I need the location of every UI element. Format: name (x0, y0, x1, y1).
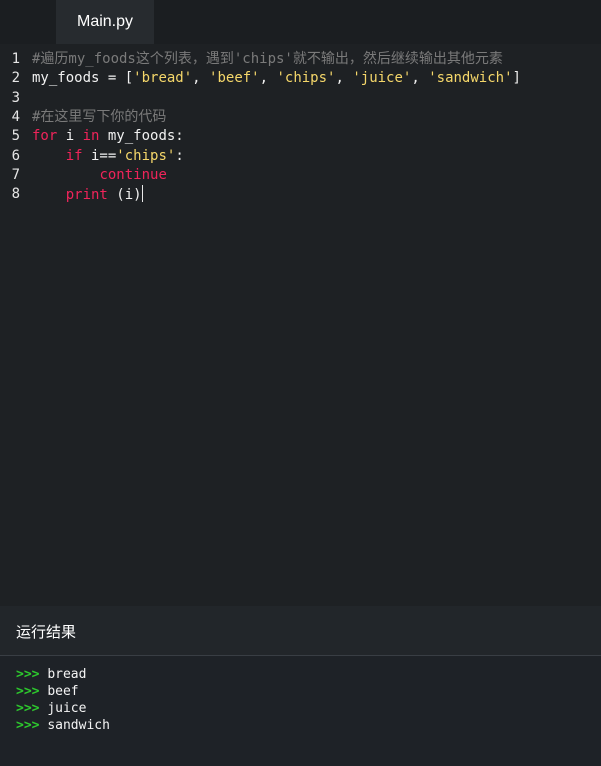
output-line: >>> bread (16, 666, 86, 683)
line-number: 6 (11, 147, 20, 164)
code-token-plain: : (175, 147, 184, 164)
code-text: continue (32, 166, 167, 185)
output-panel: 运行结果 >>> bread >>> beef >>> juice >>> sandw… (0, 606, 601, 766)
code-token-plain: , (411, 70, 429, 87)
code-token-plain: i (57, 128, 83, 145)
code-editor-app: Main.py 1 #遍历my_foods这个列表，遇到'chips'就不输出，然… (0, 0, 601, 766)
code-text: print (i) (32, 185, 143, 205)
code-token-kw: continue (99, 166, 167, 183)
output-prompt: >>> (16, 701, 40, 716)
code-text: #遍历my_foods这个列表，遇到'chips'就不输出，然后继续输出其他元素 (32, 50, 503, 69)
code-token-str: 'chips' (276, 70, 336, 87)
output-prompt: >>> (16, 684, 40, 699)
text-cursor (141, 185, 143, 203)
code-token-kw: if (65, 147, 83, 164)
output-title: 运行结果 (16, 624, 77, 641)
code-token-str: 'bread' (133, 70, 193, 87)
code-editor[interactable]: 1 #遍历my_foods这个列表，遇到'chips'就不输出，然后继续输出其他元… (0, 44, 601, 606)
line-number: 8 (11, 186, 20, 203)
code-token-comment: #遍历my_foods这个列表，遇到'chips'就不输出，然后继续输出其他元素 (32, 51, 503, 67)
code-token-plain: ] (512, 70, 521, 87)
code-token-str: 'chips' (116, 147, 176, 164)
code-text: for i in my_foods: (32, 127, 184, 146)
line-number: 5 (11, 128, 20, 145)
code-token-plain: my_foods = [ (32, 70, 134, 87)
tab-bar: Main.py (0, 0, 601, 44)
line-number: 2 (11, 70, 20, 87)
code-token-comment: #在这里写下你的代码 (32, 108, 167, 125)
code-token-plain: (i) (107, 187, 142, 204)
code-token-str: 'sandwich' (428, 70, 513, 87)
code-token-kw: print (65, 187, 108, 204)
output-text: juice (47, 701, 87, 716)
code-token-plain: i== (82, 147, 117, 164)
code-token-kw: for (32, 128, 58, 145)
tab-main-py[interactable]: Main.py (56, 0, 154, 44)
code-text: my_foods = ['bread', 'beef', 'chips', 'j… (32, 69, 521, 88)
output-line: >>> juice (16, 700, 86, 717)
output-line: >>> sandwich (16, 717, 110, 734)
output-text: beef (47, 684, 79, 699)
output-text: sandwich (47, 718, 110, 733)
code-text: if i=='chips': (32, 147, 184, 166)
output-prompt: >>> (16, 667, 40, 682)
code-token-plain: , (192, 70, 210, 87)
code-token-plain: , (259, 70, 277, 87)
code-token-kw: in (82, 128, 100, 145)
line-number: 1 (11, 51, 20, 67)
output-line: >>> beef (16, 683, 79, 700)
output-prompt: >>> (16, 718, 40, 733)
line-number: 7 (11, 166, 20, 183)
code-token-str: 'beef' (209, 70, 260, 87)
code-token-plain: my_foods: (99, 128, 184, 145)
output-text: bread (47, 667, 87, 682)
code-token-str: 'juice' (352, 70, 412, 87)
line-number: 4 (11, 108, 20, 125)
line-number: 3 (11, 89, 20, 106)
code-token-plain: , (335, 70, 353, 87)
output-header: 运行结果 (0, 606, 601, 656)
code-text: #在这里写下你的代码 (32, 108, 166, 127)
